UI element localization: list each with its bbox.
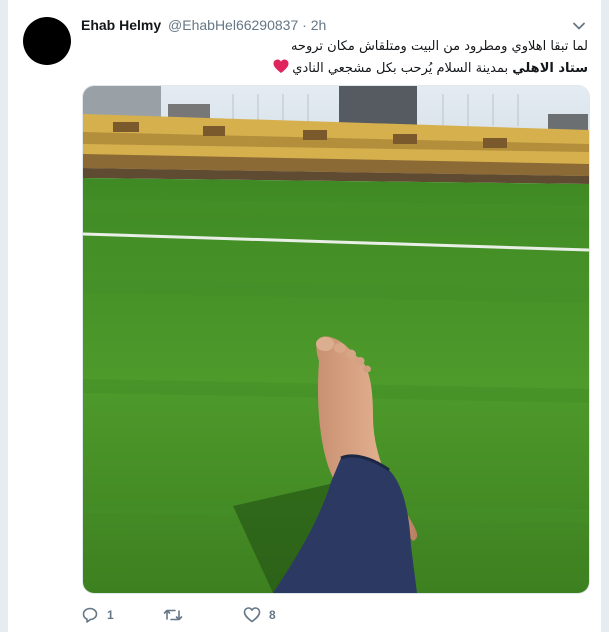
retweet-action[interactable] <box>163 606 243 624</box>
retweet-icon <box>163 609 183 621</box>
tweet-text: لما تبقا اهلاوي ومطرود من البيت ومتلقاش … <box>81 36 588 82</box>
like-count: 8 <box>269 608 276 622</box>
separator-dot: · <box>302 17 307 33</box>
reply-count: 1 <box>107 608 114 622</box>
reply-action[interactable]: 1 <box>81 606 163 624</box>
avatar[interactable] <box>23 17 71 65</box>
tweet-actions: 1 8 <box>81 604 276 626</box>
tweet-text-bold: ستاد الاهلي <box>512 61 588 76</box>
chevron-down-icon[interactable] <box>571 18 587 34</box>
author-name[interactable]: Ehab Helmy <box>81 17 161 33</box>
stadium-photo <box>83 86 589 593</box>
like-action[interactable]: 8 <box>243 606 276 624</box>
red-heart-icon <box>273 59 289 82</box>
tweet-header: Ehab Helmy @EhabHel66290837 · 2h <box>81 16 326 34</box>
heart-icon <box>243 607 261 623</box>
tweet-card[interactable]: Ehab Helmy @EhabHel66290837 · 2h لما تبق… <box>7 0 602 632</box>
tweet-timestamp[interactable]: 2h <box>311 17 327 33</box>
author-handle[interactable]: @EhabHel66290837 <box>168 17 298 33</box>
tweet-text-rest: بمدينة السلام يُرحب بكل مشجعي النادي <box>292 61 513 76</box>
reply-icon <box>82 607 98 623</box>
tweet-text-line-1: لما تبقا اهلاوي ومطرود من البيت ومتلقاش … <box>290 39 588 54</box>
tweet-text-line-2: ستاد الاهلي بمدينة السلام يُرحب بكل مشجع… <box>81 58 588 82</box>
tweet-photo[interactable] <box>82 85 590 594</box>
